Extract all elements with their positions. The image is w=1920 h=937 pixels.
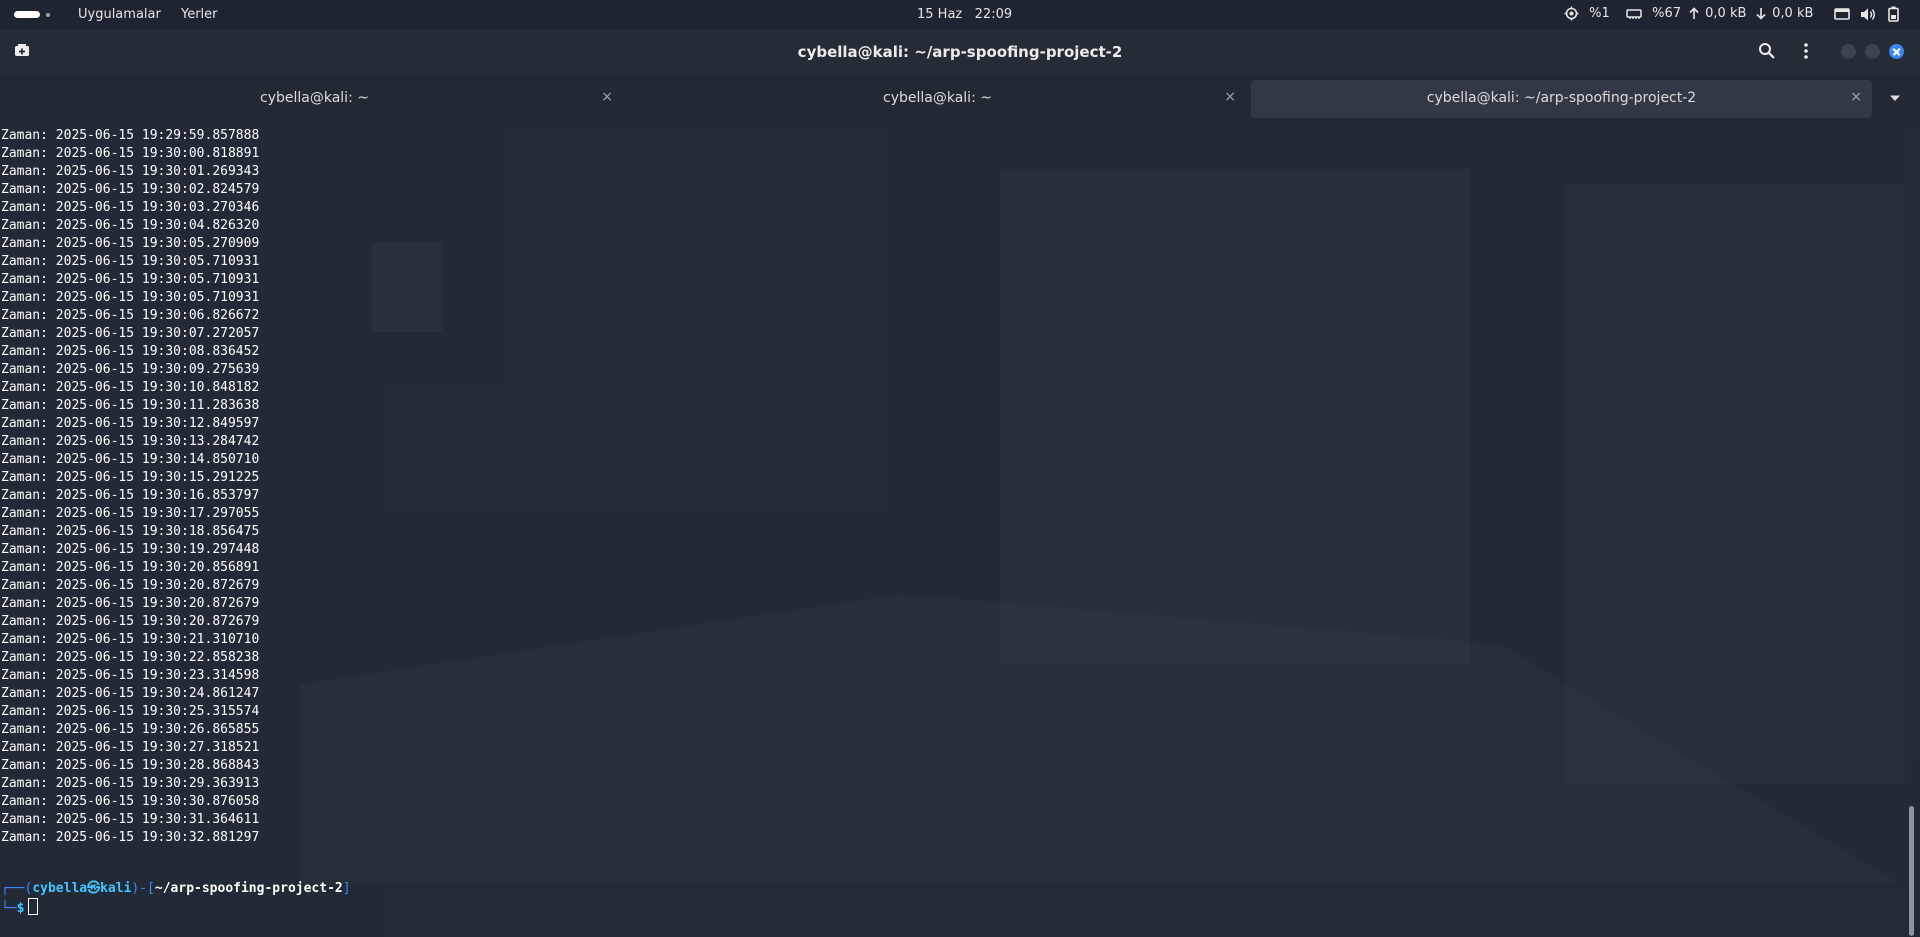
tab-close-icon[interactable]: × bbox=[1850, 89, 1862, 105]
terminal-line: Zaman: 2025-06-15 19:30:31.364611 bbox=[1, 812, 260, 827]
clock-time: 22:09 bbox=[974, 7, 1013, 22]
terminal-line: Zaman: 2025-06-15 19:30:01.269343 bbox=[1, 164, 260, 179]
terminal-line: Zaman: 2025-06-15 19:30:05.710931 bbox=[1, 254, 260, 269]
cpu-value: %1 bbox=[1589, 6, 1610, 21]
terminal-line: Zaman: 2025-06-15 19:30:10.848182 bbox=[1, 380, 260, 395]
terminal-line: Zaman: 2025-06-15 19:30:19.297448 bbox=[1, 542, 260, 557]
terminal-line: Zaman: 2025-06-15 19:30:20.872679 bbox=[1, 614, 260, 629]
chevron-down-icon[interactable] bbox=[1888, 91, 1902, 105]
terminal-line: Zaman: 2025-06-15 19:30:14.850710 bbox=[1, 452, 260, 467]
memory-indicator[interactable]: %67 bbox=[1626, 6, 1681, 21]
battery-icon[interactable] bbox=[1888, 6, 1899, 22]
terminal-line: Zaman: 2025-06-15 19:30:27.318521 bbox=[1, 740, 260, 755]
cpu-indicator[interactable]: %1 bbox=[1564, 6, 1610, 21]
maximize-icon[interactable] bbox=[1865, 44, 1880, 59]
volume-icon[interactable] bbox=[1860, 7, 1876, 22]
terminal-line: Zaman: 2025-06-15 19:30:11.283638 bbox=[1, 398, 260, 413]
terminal-line: Zaman: 2025-06-15 19:30:18.856475 bbox=[1, 524, 260, 539]
tab-close-icon[interactable]: × bbox=[1224, 89, 1236, 105]
tab-label: cybella@kali: ~ bbox=[260, 90, 369, 106]
terminal-line: Zaman: 2025-06-15 19:30:22.858238 bbox=[1, 650, 260, 665]
terminal-line: Zaman: 2025-06-15 19:30:05.710931 bbox=[1, 290, 260, 305]
download-value: 0,0 kB bbox=[1772, 6, 1814, 21]
terminal-line: Zaman: 2025-06-15 19:30:07.272057 bbox=[1, 326, 260, 341]
terminal-line: Zaman: 2025-06-15 19:30:13.284742 bbox=[1, 434, 260, 449]
menu-icon[interactable] bbox=[1796, 41, 1816, 61]
window-header: cybella@kali: ~/arp-spoofing-project-2 bbox=[0, 29, 1920, 74]
prompt-line: ┌──(cybella㉿kali)-[~/arp-spoofing-projec… bbox=[1, 880, 351, 898]
window-title: cybella@kali: ~/arp-spoofing-project-2 bbox=[797, 43, 1123, 61]
tab-close-icon[interactable]: × bbox=[601, 89, 613, 105]
memory-value: %67 bbox=[1652, 6, 1682, 21]
cpu-icon bbox=[1564, 6, 1579, 21]
download-indicator[interactable]: 0,0 kB bbox=[1756, 6, 1813, 21]
terminal-line: Zaman: 2025-06-15 19:30:17.297055 bbox=[1, 506, 260, 521]
terminal-line: Zaman: 2025-06-15 19:30:09.275639 bbox=[1, 362, 260, 377]
prompt-symbol: $ bbox=[16, 901, 25, 916]
terminal-line: Zaman: 2025-06-15 19:30:06.826672 bbox=[1, 308, 260, 323]
terminal-line: Zaman: 2025-06-15 19:30:08.836452 bbox=[1, 344, 260, 359]
terminal-line: Zaman: 2025-06-15 19:30:15.291225 bbox=[1, 470, 260, 485]
terminal-line: Zaman: 2025-06-15 19:30:26.865855 bbox=[1, 722, 260, 737]
terminal-line: Zaman: 2025-06-15 19:30:05.270909 bbox=[1, 236, 260, 251]
tab-bar: cybella@kali: ~ × cybella@kali: ~ × cybe… bbox=[0, 74, 1920, 124]
top-panel: Uygulamalar Yerler 15 Haz 22:09 %1 %67 0… bbox=[0, 0, 1920, 29]
terminal-line: Zaman: 2025-06-15 19:30:25.315574 bbox=[1, 704, 260, 719]
terminal-line: Zaman: 2025-06-15 19:30:28.868843 bbox=[1, 758, 260, 773]
minimize-icon[interactable] bbox=[1841, 44, 1856, 59]
terminal-line: Zaman: 2025-06-15 19:30:12.849597 bbox=[1, 416, 260, 431]
terminal-line: Zaman: 2025-06-15 19:30:02.824579 bbox=[1, 182, 260, 197]
tab-label: cybella@kali: ~/arp-spoofing-project-2 bbox=[1426, 90, 1697, 106]
terminal-line: Zaman: 2025-06-15 19:30:03.270346 bbox=[1, 200, 260, 215]
desktop-background-shapes bbox=[0, 124, 1920, 937]
terminal-view[interactable]: Zaman: 2025-06-15 19:29:59.857888 Zaman: … bbox=[0, 124, 1920, 937]
terminal-line: Zaman: 2025-06-15 19:30:30.876058 bbox=[1, 794, 260, 809]
prompt-corner-bottom: └─ bbox=[1, 901, 17, 916]
terminal-line: Zaman: 2025-06-15 19:30:05.710931 bbox=[1, 272, 260, 287]
terminal-line: Zaman: 2025-06-15 19:29:59.857888 bbox=[1, 128, 260, 143]
applications-menu[interactable]: Uygulamalar bbox=[78, 7, 161, 22]
download-arrow-icon bbox=[1756, 8, 1766, 20]
close-icon[interactable] bbox=[1889, 44, 1904, 59]
terminal-line: Zaman: 2025-06-15 19:30:23.314598 bbox=[1, 668, 260, 683]
terminal-line: Zaman: 2025-06-15 19:30:20.872679 bbox=[1, 596, 260, 611]
display-icon[interactable] bbox=[1834, 8, 1850, 21]
terminal-line: Zaman: 2025-06-15 19:30:16.853797 bbox=[1, 488, 260, 503]
prompt-separator: )-[ bbox=[131, 881, 155, 896]
terminal-line: Zaman: 2025-06-15 19:30:32.881297 bbox=[1, 830, 260, 845]
clock[interactable]: 15 Haz 22:09 bbox=[917, 7, 1012, 22]
places-menu[interactable]: Yerler bbox=[181, 7, 218, 22]
prompt-input-line[interactable]: └─$ bbox=[1, 898, 39, 918]
memory-icon bbox=[1626, 8, 1642, 19]
text-cursor bbox=[28, 898, 39, 915]
upload-value: 0,0 kB bbox=[1705, 6, 1747, 21]
terminal-line: Zaman: 2025-06-15 19:30:20.856891 bbox=[1, 560, 260, 575]
terminal-line: Zaman: 2025-06-15 19:30:20.872679 bbox=[1, 578, 260, 593]
terminal-output: Zaman: 2025-06-15 19:29:59.857888 Zaman: … bbox=[1, 127, 259, 847]
activities-dot bbox=[46, 13, 50, 17]
upload-arrow-icon bbox=[1689, 7, 1699, 19]
tab-arp-spoofing-project[interactable]: cybella@kali: ~/arp-spoofing-project-2 × bbox=[1251, 80, 1872, 118]
prompt-user-host: cybella㉿kali bbox=[32, 881, 132, 896]
terminal-line: Zaman: 2025-06-15 19:30:04.826320 bbox=[1, 218, 260, 233]
terminal-line: Zaman: 2025-06-15 19:30:24.861247 bbox=[1, 686, 260, 701]
clock-date: 15 Haz bbox=[917, 7, 963, 22]
tab-label: cybella@kali: ~ bbox=[883, 90, 992, 106]
prompt-close-bracket: ] bbox=[342, 881, 351, 896]
prompt-path: ~/arp-spoofing-project-2 bbox=[154, 881, 343, 896]
upload-indicator[interactable]: 0,0 kB bbox=[1689, 6, 1746, 21]
activities-pill bbox=[14, 11, 40, 18]
tab-home-2[interactable]: cybella@kali: ~ × bbox=[629, 80, 1246, 118]
terminal-line: Zaman: 2025-06-15 19:30:21.310710 bbox=[1, 632, 260, 647]
search-icon[interactable] bbox=[1757, 41, 1777, 61]
tab-home-1[interactable]: cybella@kali: ~ × bbox=[6, 80, 623, 118]
terminal-line: Zaman: 2025-06-15 19:30:00.818891 bbox=[1, 146, 260, 161]
prompt-corner-top: ┌──( bbox=[1, 881, 33, 896]
terminal-scrollbar[interactable] bbox=[1909, 806, 1914, 936]
terminal-line: Zaman: 2025-06-15 19:30:29.363913 bbox=[1, 776, 260, 791]
